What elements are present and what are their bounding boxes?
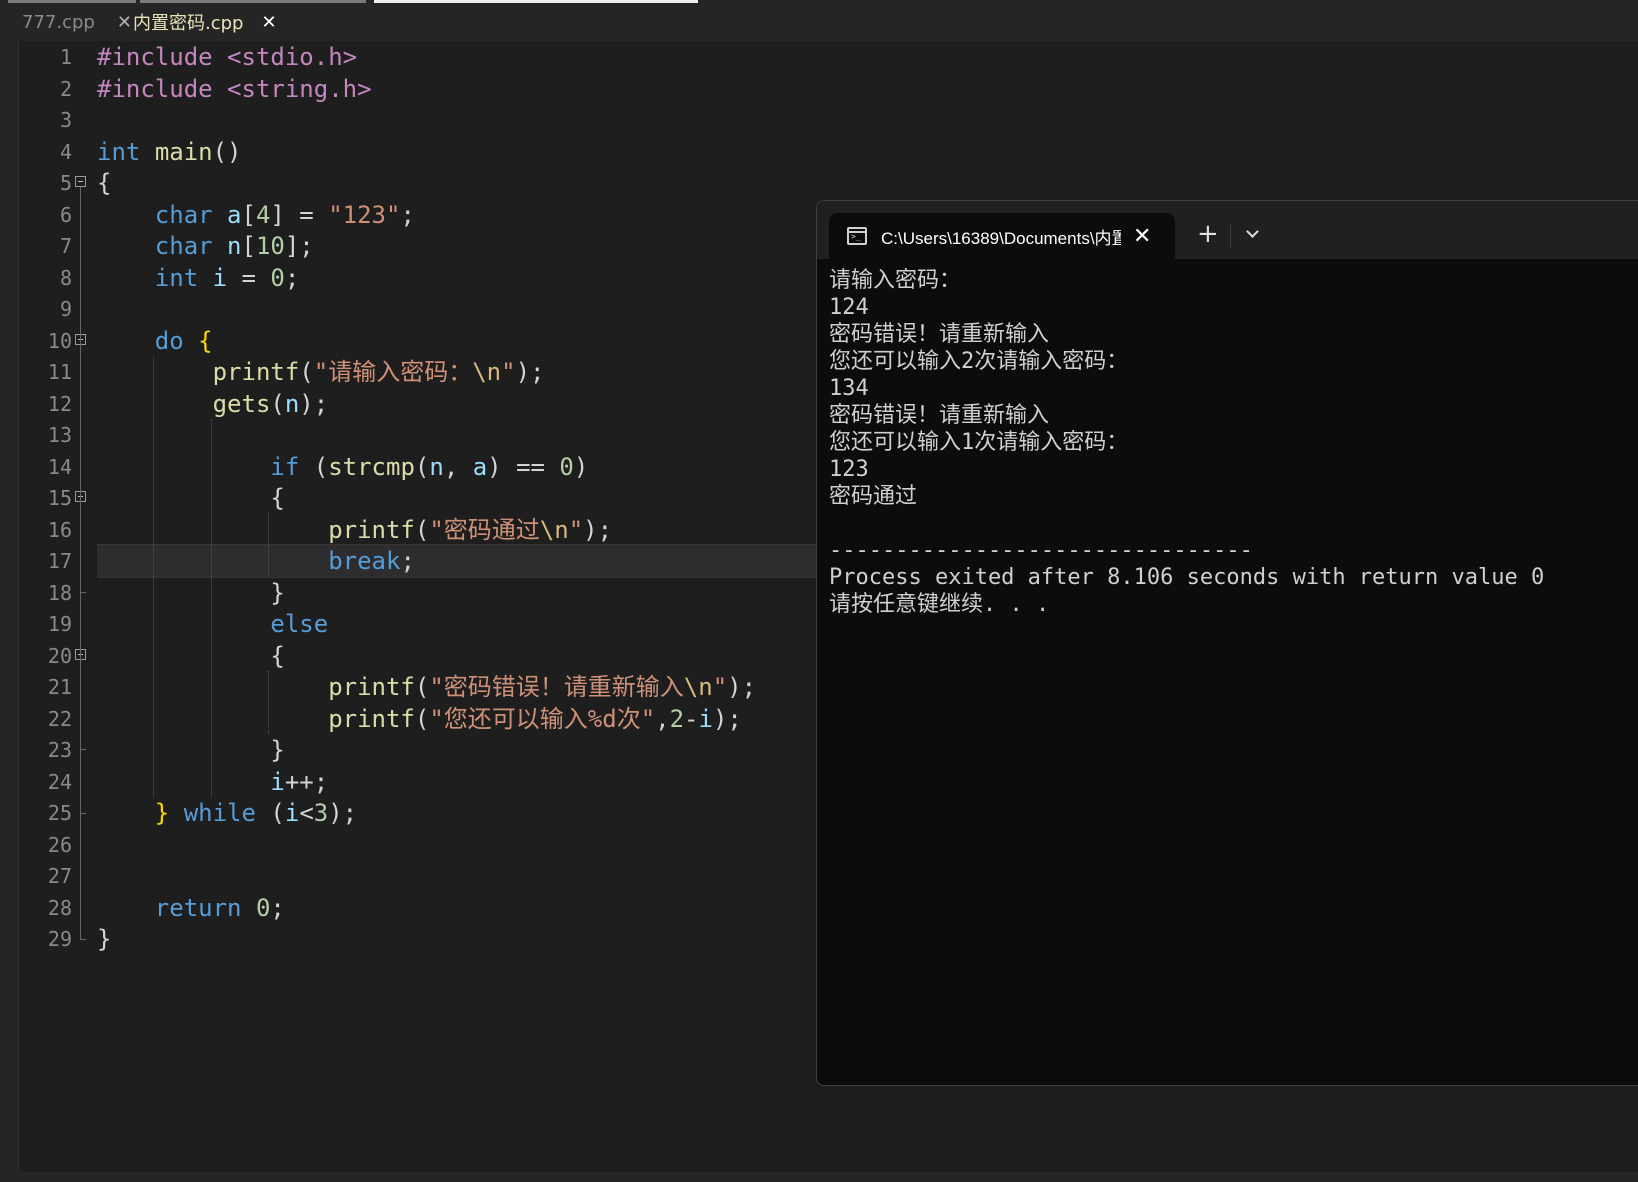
fold-end-marker — [80, 813, 86, 814]
line-number: 11 — [47, 360, 72, 384]
terminal-window[interactable]: C:\Users\16389\Documents\内置密码.exe ✕ + 请输… — [816, 200, 1638, 1086]
terminal-title-bar[interactable]: C:\Users\16389\Documents\内置密码.exe ✕ + — [817, 201, 1638, 259]
code-line: char a[4] = "123"; — [154, 200, 415, 229]
code-line: break; — [328, 547, 415, 575]
tab-777-cpp[interactable]: 777.cpp ✕ — [18, 6, 132, 38]
code-line: { — [97, 169, 112, 197]
line-number: 19 — [47, 612, 72, 636]
code-line: } — [97, 925, 112, 953]
line-number: 27 — [47, 864, 72, 888]
code-line: printf("密码错误！请重新输入\n"); — [328, 673, 757, 701]
output-line: 124 — [829, 295, 869, 320]
tab-label: 内置密码.cpp — [133, 13, 244, 34]
line-number: 1 — [59, 45, 72, 69]
line-number: 15 — [47, 486, 72, 510]
editor-tab-bar: 777.cpp ✕ 内置密码.cpp ✕ — [0, 0, 1638, 41]
code-line: #include <string.h> — [97, 74, 372, 103]
code-line: } — [97, 578, 285, 607]
output-line: 密码错误！请重新输入 — [829, 322, 1050, 347]
line-number: 10 — [47, 328, 72, 353]
tab-indicator — [8, 0, 136, 3]
code-line: } while (i<3); — [154, 799, 358, 827]
line-number: 29 — [47, 927, 72, 951]
console-icon — [847, 227, 867, 245]
output-line: 请输入密码： — [829, 268, 962, 293]
line-number: 7 — [59, 234, 72, 258]
terminal-output[interactable]: 请输入密码： 124 密码错误！请重新输入 您还可以输入2次请输入密码： 134… — [829, 267, 1544, 618]
output-line: 您还可以输入1次请输入密码： — [829, 430, 1129, 455]
output-line: 134 — [829, 376, 869, 401]
output-line: 您还可以输入2次请输入密码： — [829, 349, 1129, 374]
code-line: do { — [154, 326, 213, 355]
line-number: 8 — [59, 265, 72, 290]
code-line: return 0; — [154, 893, 285, 922]
line-number: 4 — [59, 139, 72, 164]
code-line: i++; — [270, 767, 329, 796]
code-line: { — [97, 484, 285, 512]
line-number: 16 — [47, 517, 72, 542]
fold-end-marker — [80, 749, 86, 750]
output-line: Process exited after 8.106 seconds with … — [829, 565, 1545, 590]
fold-line — [80, 187, 81, 939]
line-number: 28 — [47, 895, 72, 920]
terminal-tab[interactable]: C:\Users\16389\Documents\内置密码.exe ✕ — [829, 213, 1175, 259]
code-line: printf("请输入密码：\n"); — [212, 358, 545, 386]
close-icon[interactable]: ✕ — [1133, 224, 1151, 249]
tab-indicator — [140, 0, 366, 3]
tab-builtin-password-cpp[interactable]: 内置密码.cpp ✕ — [129, 6, 277, 38]
line-number: 23 — [47, 738, 72, 762]
code-line: gets(n); — [212, 389, 329, 418]
chevron-down-icon[interactable] — [1242, 223, 1264, 245]
code-line: { — [97, 641, 285, 670]
output-line: 请按任意键继续. . . — [829, 592, 1050, 617]
code-line: } — [97, 736, 285, 764]
line-number: 22 — [47, 706, 72, 731]
code-line: #include <stdio.h> — [97, 43, 358, 71]
tab-label: 777.cpp — [22, 11, 95, 33]
code-line: printf("密码通过\n"); — [328, 515, 613, 544]
line-number: 25 — [47, 801, 72, 825]
line-number: 6 — [59, 202, 72, 227]
line-number: 21 — [47, 675, 72, 699]
fold-end-marker — [80, 939, 86, 940]
terminal-tab-title: C:\Users\16389\Documents\内置密码.exe — [881, 228, 1121, 248]
line-number: 26 — [47, 832, 72, 857]
code-line: printf("您还可以输入%d次",2-i); — [328, 704, 742, 733]
code-line: else — [270, 610, 329, 638]
output-line: 123 — [829, 457, 869, 482]
close-icon[interactable]: ✕ — [261, 12, 276, 33]
line-number: 9 — [59, 297, 72, 321]
editor-bottom-bar — [0, 1172, 1638, 1182]
new-tab-button[interactable]: + — [1197, 219, 1219, 249]
line-number: 5 — [59, 171, 72, 195]
tab-indicator-active — [374, 0, 698, 3]
line-number: 18 — [47, 580, 72, 605]
line-number: 2 — [59, 76, 72, 101]
output-line: 密码错误！请重新输入 — [829, 403, 1050, 428]
line-number: 20 — [47, 643, 72, 668]
line-number: 24 — [47, 769, 72, 794]
line-number: 3 — [59, 108, 72, 132]
line-number: 13 — [47, 423, 72, 447]
code-line: char n[10]; — [154, 232, 314, 260]
code-line: int main() — [97, 137, 242, 166]
output-line: -------------------------------- — [829, 538, 1253, 563]
line-number: 14 — [47, 454, 72, 479]
fold-end-marker — [80, 592, 86, 593]
line-number: 12 — [47, 391, 72, 416]
line-number: 17 — [47, 549, 72, 573]
editor-left-margin — [0, 41, 19, 1182]
output-line: 密码通过 — [829, 484, 918, 509]
fold-toggle-icon[interactable] — [75, 176, 86, 187]
code-line: if (strcmp(n, a) == 0) — [270, 452, 589, 481]
code-line: int i = 0; — [154, 263, 300, 292]
divider — [1230, 223, 1231, 249]
